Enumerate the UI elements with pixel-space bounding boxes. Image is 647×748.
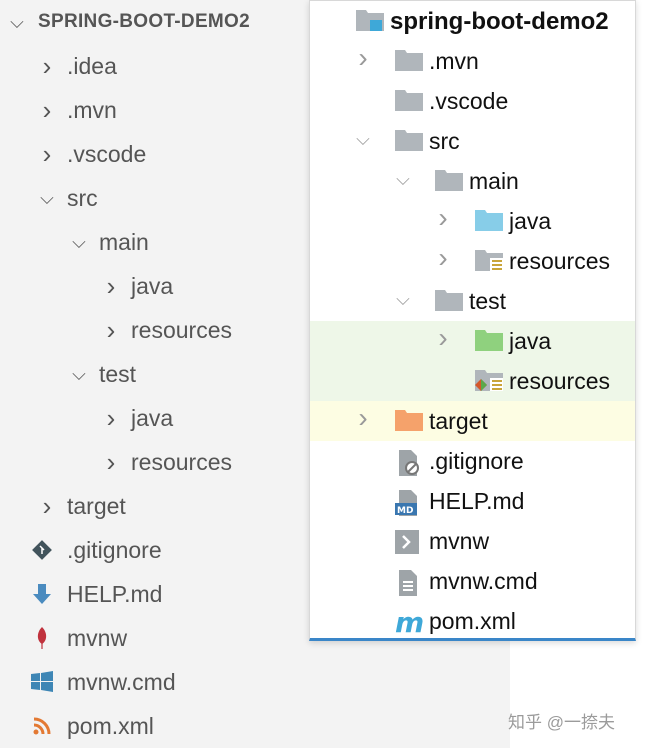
project-item-main[interactable]: ⌵ main xyxy=(310,161,635,201)
tree-item-label: test xyxy=(99,360,137,387)
chevron-right-icon[interactable]: › xyxy=(433,242,453,274)
project-item-src[interactable]: ⌵ src xyxy=(310,121,635,161)
project-item-mvn[interactable]: › .mvn xyxy=(310,41,635,81)
chevron-right-icon[interactable]: › xyxy=(353,402,373,434)
chevron-right-icon[interactable]: › xyxy=(433,202,453,234)
chevron-down-icon[interactable]: ⌵ xyxy=(393,169,413,190)
feather-icon xyxy=(30,626,54,650)
project-item-label: target xyxy=(429,408,488,434)
maven-icon: m xyxy=(395,606,424,639)
chevron-right-icon: › xyxy=(106,446,116,477)
ignored-file-icon xyxy=(395,450,423,476)
project-item-label: src xyxy=(429,128,460,154)
project-item-resources[interactable]: resources xyxy=(310,361,635,401)
project-item-label: java xyxy=(509,208,552,234)
chevron-right-icon: › xyxy=(106,314,116,345)
excluded-folder-icon xyxy=(395,410,423,431)
project-item-label: test xyxy=(469,288,507,314)
folder-icon xyxy=(395,90,423,111)
svg-text:MD: MD xyxy=(397,506,413,516)
chevron-down-icon[interactable]: ⌵ xyxy=(353,129,373,150)
test-source-folder-icon xyxy=(475,330,503,351)
project-item-label: .gitignore xyxy=(429,448,524,474)
project-item-test[interactable]: ⌵ test xyxy=(310,281,635,321)
tree-item-mvnwcmd[interactable]: mvnw.cmd xyxy=(0,660,510,704)
explorer-title: SPRING-BOOT-DEMO2 xyxy=(38,11,251,32)
project-item-label: resources xyxy=(509,368,610,394)
tree-item-label: .idea xyxy=(67,52,117,79)
chevron-right-icon[interactable]: › xyxy=(433,322,453,354)
folder-icon xyxy=(435,170,463,191)
chevron-right-icon: › xyxy=(42,490,52,521)
project-item-label: .mvn xyxy=(429,48,479,74)
watermark: 知乎 @一捺夫 xyxy=(508,713,615,732)
project-item-java[interactable]: › java xyxy=(310,321,635,361)
text-file-icon xyxy=(395,570,423,596)
project-item-label: HELP.md xyxy=(429,488,525,514)
chevron-right-icon: › xyxy=(42,94,52,125)
project-item-resources[interactable]: › resources xyxy=(310,241,635,281)
chevron-down-icon: ⌵ xyxy=(72,231,86,252)
chevron-right-icon: › xyxy=(106,402,116,433)
windows-icon xyxy=(30,670,54,694)
project-item-target[interactable]: › target xyxy=(310,401,635,441)
rss-icon xyxy=(30,714,54,738)
chevron-right-icon[interactable]: › xyxy=(353,42,373,74)
idea-project-tree: spring-boot-demo2 › .mvn .vscode ⌵ src ⌵ main › j… xyxy=(309,0,636,641)
project-item-label: pom.xml xyxy=(429,608,516,634)
shell-file-icon xyxy=(395,530,423,554)
project-item-HELPmd[interactable]: MD HELP.md xyxy=(310,481,635,521)
project-item-label: java xyxy=(509,328,552,354)
folder-icon xyxy=(435,290,463,311)
tree-item-label: pom.xml xyxy=(67,712,154,739)
chevron-right-icon: › xyxy=(42,138,52,169)
tree-item-label: java xyxy=(131,272,174,299)
project-item-label: mvnw.cmd xyxy=(429,568,538,594)
test-resources-folder-icon xyxy=(475,370,503,391)
resources-folder-icon xyxy=(475,250,503,271)
folder-icon xyxy=(395,130,423,151)
source-folder-icon xyxy=(475,210,503,231)
project-item-label: .vscode xyxy=(429,88,509,114)
tree-item-label: main xyxy=(99,228,149,255)
tree-item-label: resources xyxy=(131,316,232,343)
tree-item-label: mvnw.cmd xyxy=(67,668,176,695)
tree-item-label: target xyxy=(67,492,126,519)
chevron-right-icon: › xyxy=(42,50,52,81)
tree-item-label: src xyxy=(67,184,98,211)
tree-item-label: mvnw xyxy=(67,624,128,651)
chevron-down-icon: ⌵ xyxy=(72,363,86,384)
project-item-vscode[interactable]: .vscode xyxy=(310,81,635,121)
module-folder-icon xyxy=(356,10,384,31)
tree-item-label: .vscode xyxy=(67,140,147,167)
tree-item-label: HELP.md xyxy=(67,580,163,607)
project-item-springbootdemo2[interactable]: spring-boot-demo2 xyxy=(310,1,635,41)
project-item-label: spring-boot-demo2 xyxy=(390,8,609,35)
svg-text:m: m xyxy=(395,610,424,636)
md-file-icon: MD xyxy=(395,490,423,516)
project-item-pomxml[interactable]: m pom.xml xyxy=(310,601,635,641)
tree-item-label: .gitignore xyxy=(67,536,162,563)
tree-item-label: .mvn xyxy=(67,96,117,123)
tree-item-label: java xyxy=(131,404,174,431)
project-item-java[interactable]: › java xyxy=(310,201,635,241)
chevron-down-icon: ⌵ xyxy=(40,187,54,208)
chevron-right-icon: › xyxy=(106,270,116,301)
project-item-label: main xyxy=(469,168,519,194)
project-item-label: resources xyxy=(509,248,610,274)
project-item-gitignore[interactable]: .gitignore xyxy=(310,441,635,481)
tree-item-label: resources xyxy=(131,448,232,475)
project-item-mvnw[interactable]: mvnw xyxy=(310,521,635,561)
chevron-down-icon: ⌵ xyxy=(10,11,24,32)
markdown-download-icon xyxy=(30,582,54,606)
git-icon xyxy=(30,538,54,562)
project-item-mvnwcmd[interactable]: mvnw.cmd xyxy=(310,561,635,601)
folder-icon xyxy=(395,50,423,71)
tree-item-pomxml[interactable]: pom.xml xyxy=(0,704,510,748)
chevron-down-icon[interactable]: ⌵ xyxy=(393,289,413,310)
project-item-label: mvnw xyxy=(429,528,490,554)
